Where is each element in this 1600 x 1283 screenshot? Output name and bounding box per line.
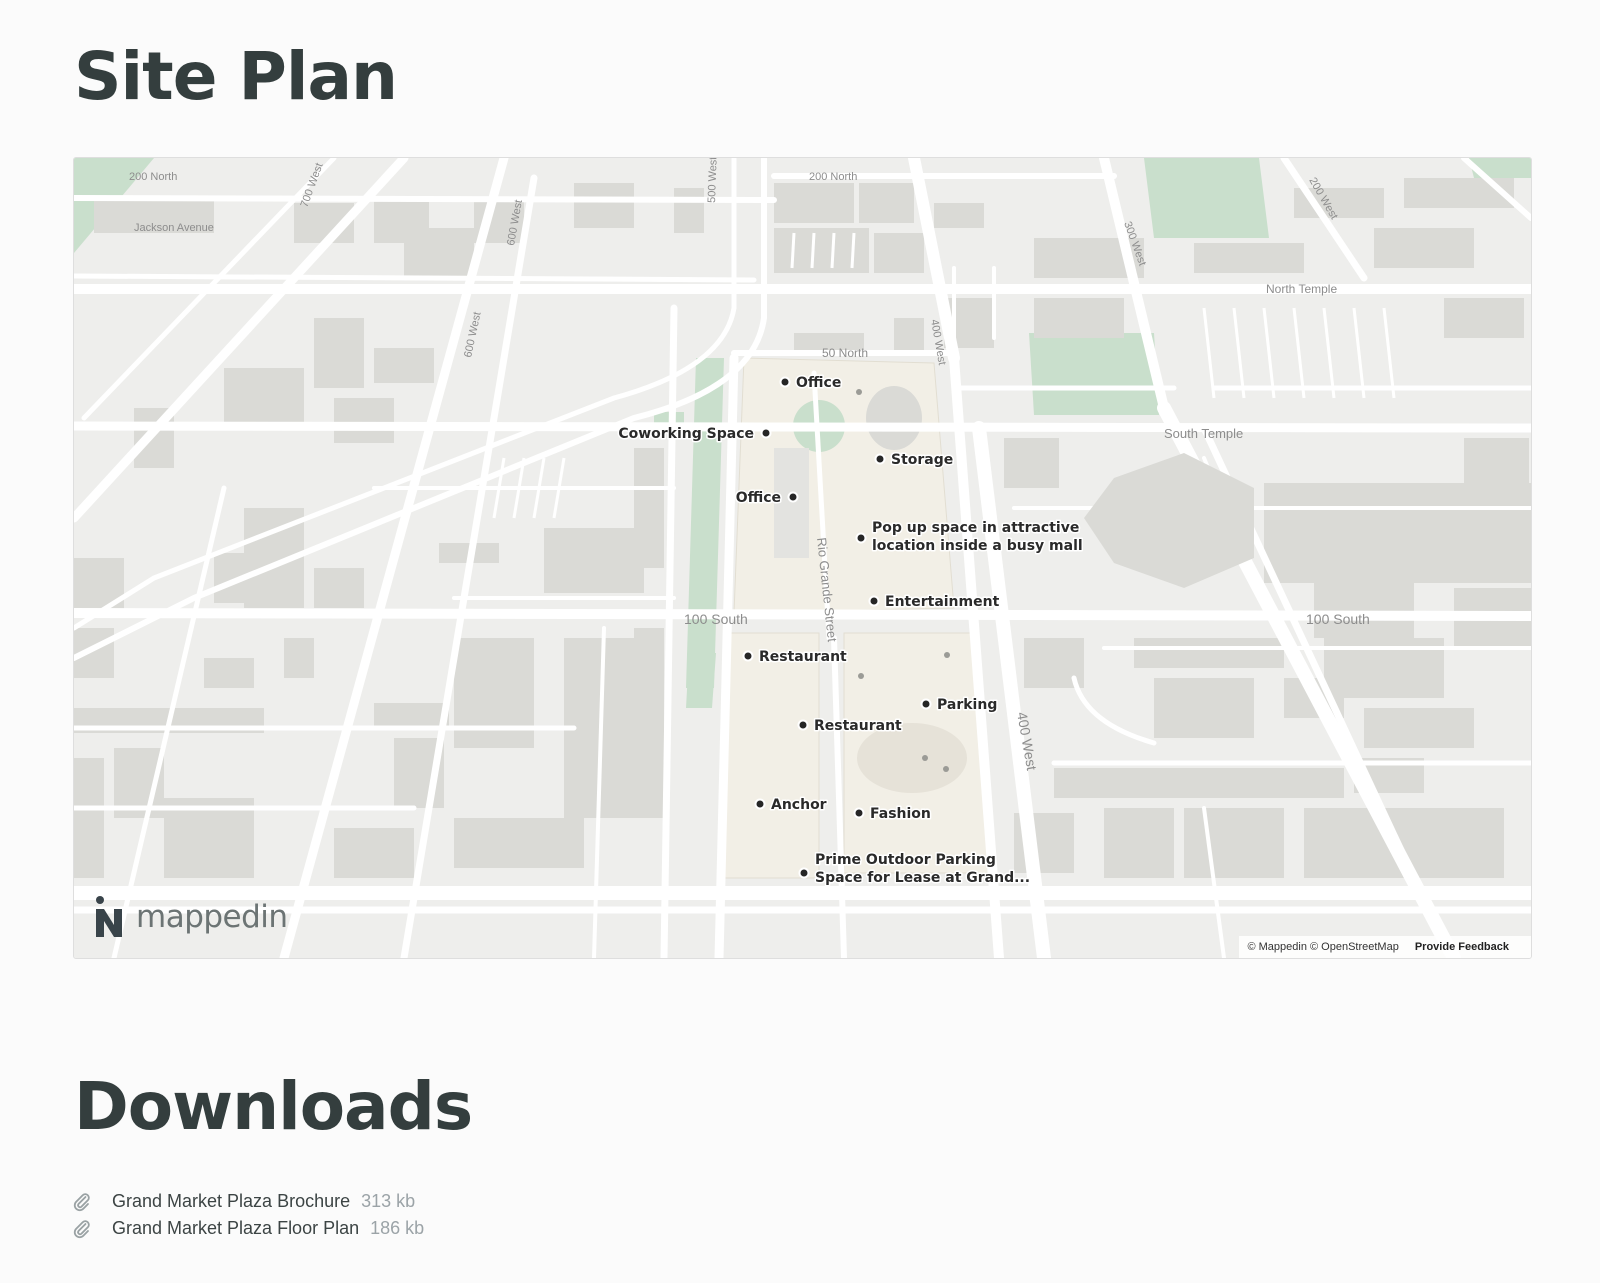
- poi-label: Anchor: [771, 797, 827, 813]
- poi-label: Storage: [891, 452, 953, 468]
- file-size: 313 kb: [361, 1191, 416, 1211]
- poi-label: Restaurant: [814, 718, 902, 734]
- download-link[interactable]: Grand Market Plaza Floor Plan: [112, 1218, 359, 1239]
- street-label: 50 North: [822, 346, 868, 360]
- poi-label: Space for Lease at Grand...: [815, 870, 1030, 886]
- paperclip-icon: [73, 1192, 90, 1211]
- attribution-text: © Mappedin © OpenStreetMap: [1247, 941, 1399, 953]
- poi-label: Coworking Space: [618, 426, 754, 442]
- street-label: 100 South: [684, 611, 748, 627]
- paperclip-icon: [73, 1219, 90, 1238]
- map-canvas[interactable]: 200 North 200 North Jackson Avenue 700 W…: [74, 158, 1531, 958]
- street-label: 500 West: [706, 158, 720, 203]
- street-label: 200 North: [809, 171, 857, 183]
- provide-feedback-link[interactable]: Provide Feedback: [1415, 941, 1509, 953]
- poi-label: location inside a busy mall: [872, 538, 1083, 554]
- download-item-floor-plan[interactable]: Grand Market Plaza Floor Plan 186 kb: [72, 1215, 424, 1242]
- mappedin-logo-icon: [96, 896, 122, 937]
- street-label: South Temple: [1164, 426, 1243, 441]
- poi-restaurant-2[interactable]: Restaurant: [797, 717, 904, 736]
- street-label: Jackson Avenue: [134, 222, 214, 234]
- poi-label: Parking: [937, 697, 997, 713]
- poi-coworking-space[interactable]: Coworking Space: [617, 425, 772, 444]
- street-label: 100 South: [1306, 611, 1370, 627]
- mappedin-logo: mappedin: [94, 893, 288, 941]
- file-size: 186 kb: [370, 1218, 425, 1238]
- poi-label: Office: [796, 375, 841, 391]
- poi-restaurant[interactable]: Restaurant: [742, 648, 849, 667]
- download-item-brochure[interactable]: Grand Market Plaza Brochure 313 kb: [72, 1188, 424, 1215]
- poi-label: Prime Outdoor Parking: [815, 852, 996, 868]
- poi-label: Entertainment: [885, 594, 1000, 610]
- poi-label: Pop up space in attractive: [872, 520, 1079, 536]
- mappedin-logo-text: mappedin: [136, 899, 288, 935]
- download-link[interactable]: Grand Market Plaza Brochure: [112, 1191, 350, 1212]
- downloads-title: Downloads: [74, 1068, 473, 1145]
- site-plan-title: Site Plan: [74, 38, 398, 115]
- poi-label: Office: [736, 490, 781, 506]
- poi-label: Restaurant: [759, 649, 847, 665]
- street-label: North Temple: [1266, 282, 1337, 296]
- poi-entertainment[interactable]: Entertainment: [868, 593, 1001, 612]
- street-label: 200 North: [129, 171, 177, 183]
- map-attribution: © Mappedin © OpenStreetMap Provide Feedb…: [1239, 936, 1531, 958]
- site-map[interactable]: 200 North 200 North Jackson Avenue 700 W…: [73, 157, 1532, 959]
- poi-label: Fashion: [870, 806, 931, 822]
- downloads-list: Grand Market Plaza Brochure 313 kb Grand…: [72, 1188, 424, 1242]
